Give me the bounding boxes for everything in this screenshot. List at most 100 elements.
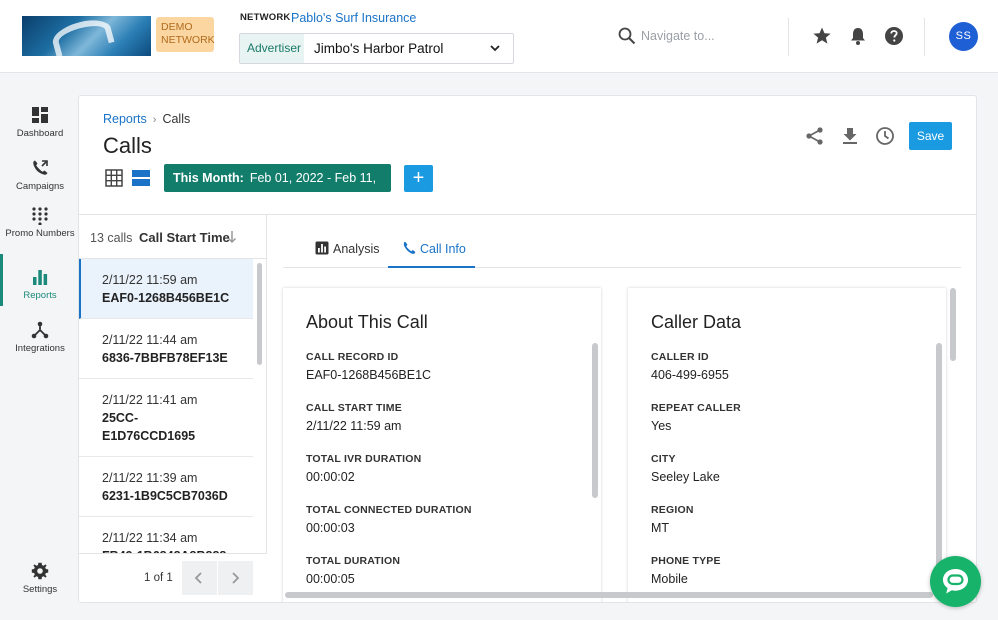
sidebar-item-label: Dashboard: [16, 128, 64, 139]
field-value: 406-499-6955: [651, 368, 729, 382]
sidebar-item-dashboard[interactable]: Dashboard: [0, 106, 80, 156]
sidebar-item-label: Reports: [23, 290, 57, 301]
call-start-time-field: CALL START TIME 2/11/22 11:59 am: [306, 402, 402, 433]
call-list-item[interactable]: 2/11/22 11:41 am 25CC- E1D76CCD1695: [79, 379, 253, 457]
chat-bubble-icon: [943, 569, 968, 594]
sidebar: Dashboard Campaigns Promo Numbers Report…: [0, 74, 80, 620]
caller-data-title: Caller Data: [651, 312, 742, 332]
call-list-item[interactable]: 2/11/22 11:34 am FB49-1B6848A8B888: [79, 517, 253, 553]
caller-data-panel: Caller Data CALLER ID 406-499-6955 REPEA…: [628, 288, 946, 602]
arrow-down-icon[interactable]: [227, 230, 237, 244]
call-id: 6836-7BBFB78EF13E: [102, 351, 228, 365]
details-vertical-scrollbar[interactable]: [950, 288, 956, 361]
help-icon[interactable]: [884, 26, 904, 46]
advertiser-value: Jimbo's Harbor Patrol: [314, 41, 444, 56]
tab-label: Analysis: [333, 242, 380, 256]
page-title: Calls: [103, 133, 152, 158]
call-list-scrollbar[interactable]: [257, 263, 262, 365]
date-range-filter[interactable]: This Month: Feb 01, 2022 - Feb 11, 2022: [164, 164, 391, 213]
call-list: 13 calls Call Start Time 2/11/22 11:59 a…: [79, 215, 267, 602]
field-value: 00:00:02: [306, 470, 355, 484]
call-id: 25CC-: [102, 411, 139, 425]
breadcrumb-reports-link[interactable]: Reports: [103, 112, 147, 126]
phone-type-field: PHONE TYPE Mobile: [651, 555, 721, 586]
share-icon[interactable]: [805, 126, 825, 146]
tab-call-info[interactable]: Call Info: [388, 232, 475, 268]
bell-icon[interactable]: [848, 26, 868, 46]
details-horizontal-scrollbar[interactable]: [285, 592, 933, 598]
history-icon[interactable]: [875, 126, 895, 146]
call-id: 6231-1B9C5CB7036D: [102, 489, 228, 503]
navigate-search-input[interactable]: [641, 29, 761, 43]
call-start-time: 2/11/22 11:39 am: [102, 471, 198, 485]
total-connected-duration-field: TOTAL CONNECTED DURATION 00:00:03: [306, 504, 472, 535]
next-page-button[interactable]: [218, 561, 253, 595]
campaigns-icon: [33, 160, 48, 175]
sidebar-item-campaigns[interactable]: Campaigns: [0, 159, 80, 209]
field-label: TOTAL IVR DURATION: [306, 453, 422, 465]
call-list-item[interactable]: 2/11/22 11:59 am EAF0-1268B456BE1C: [79, 259, 253, 319]
save-button[interactable]: Save: [909, 122, 952, 150]
user-avatar[interactable]: SS: [949, 22, 978, 51]
report-card: Reports › Calls Calls This Month: Feb 01, 2…: [78, 95, 977, 603]
breadcrumb-separator: ›: [152, 114, 157, 126]
chevron-down-icon: [490, 45, 500, 52]
chevron-right-icon: [232, 572, 240, 584]
field-label: CALL START TIME: [306, 402, 402, 414]
sidebar-item-label: Settings: [22, 584, 58, 595]
call-start-time: 2/11/22 11:44 am: [102, 333, 198, 347]
gear-icon: [31, 562, 49, 580]
advertiser-label: Advertiser: [240, 34, 304, 63]
network-name-link[interactable]: Pablo's Surf Insurance: [291, 11, 416, 25]
sort-by-call-start-time[interactable]: Call Start Time: [139, 230, 230, 245]
region-field: REGION MT: [651, 504, 694, 535]
grid-view-icon[interactable]: [105, 169, 123, 187]
field-value: 00:00:03: [306, 521, 355, 535]
date-range-prefix: This Month:: [173, 171, 244, 185]
call-start-time: 2/11/22 11:59 am: [102, 273, 198, 287]
sidebar-item-promo-numbers[interactable]: Promo Numbers: [0, 207, 80, 257]
list-view-icon[interactable]: [132, 169, 150, 187]
call-id: EAF0-1268B456BE1C: [102, 291, 230, 305]
call-list-item[interactable]: 2/11/22 11:39 am 6231-1B9C5CB7036D: [79, 457, 253, 517]
field-value: Seeley Lake: [651, 470, 720, 484]
city-field: CITY Seeley Lake: [651, 453, 720, 484]
navigate-search[interactable]: [618, 27, 768, 47]
star-icon[interactable]: [812, 26, 832, 46]
dashboard-icon: [32, 107, 48, 123]
field-label: PHONE TYPE: [651, 555, 721, 567]
chart-icon: [315, 241, 329, 255]
field-label: TOTAL DURATION: [306, 555, 401, 567]
field-value: 2/11/22 11:59 am: [306, 419, 402, 433]
breadcrumb-current: Calls: [162, 112, 191, 126]
previous-page-button[interactable]: [182, 561, 217, 595]
field-value: MT: [651, 521, 670, 535]
field-value: 00:00:05: [306, 572, 355, 586]
call-list-item[interactable]: 2/11/22 11:44 am 6836-7BBFB78EF13E: [79, 319, 253, 379]
total-duration-field: TOTAL DURATION 00:00:05: [306, 555, 400, 586]
chat-support-button[interactable]: [930, 556, 981, 607]
field-value: Yes: [651, 419, 672, 433]
field-label: REGION: [651, 504, 694, 516]
integrations-icon: [31, 321, 49, 339]
sidebar-item-integrations[interactable]: Integrations: [0, 321, 80, 371]
total-ivr-duration-field: TOTAL IVR DURATION 00:00:02: [306, 453, 421, 484]
add-filter-button[interactable]: +: [404, 165, 433, 192]
download-icon[interactable]: [840, 126, 860, 146]
call-start-time: 2/11/22 11:34 am: [102, 531, 198, 545]
tab-analysis[interactable]: Analysis: [315, 232, 385, 268]
about-panel-scrollbar[interactable]: [592, 343, 598, 498]
search-icon: [618, 27, 636, 45]
sidebar-item-reports[interactable]: Reports: [0, 268, 80, 318]
field-label: CITY: [651, 453, 676, 465]
bar-chart-icon: [33, 270, 48, 285]
network-label: NETWORK: [240, 12, 291, 23]
repeat-caller-field: REPEAT CALLER Yes: [651, 402, 741, 433]
advertiser-select[interactable]: Advertiser Jimbo's Harbor Patrol: [239, 33, 514, 64]
about-this-call-panel: About This Call CALL RECORD ID EAF0-1268…: [283, 288, 601, 602]
network-logo[interactable]: [22, 16, 151, 56]
field-label: REPEAT CALLER: [651, 402, 741, 414]
call-record-id-field: CALL RECORD ID EAF0-1268B456BE1C: [306, 351, 431, 382]
sidebar-item-settings[interactable]: Settings: [0, 562, 80, 612]
demo-network-badge: DEMO NETWORK: [156, 17, 215, 52]
